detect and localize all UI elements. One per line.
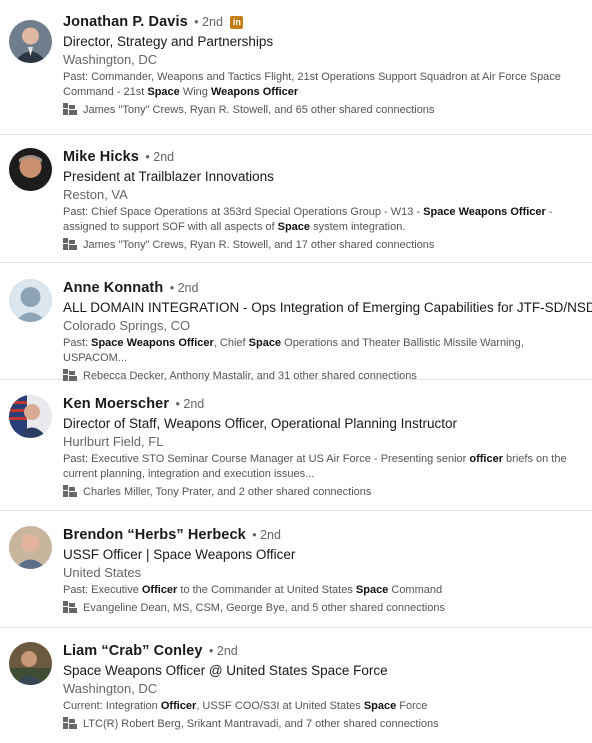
connection-degree: • 2nd [145, 150, 175, 164]
snippet-keyword: Officer [141, 584, 178, 596]
shared-connections[interactable]: James "Tony" Crews, Ryan R. Stowell, and… [63, 103, 584, 118]
snippet-text: , Chief [213, 337, 249, 349]
connection-degree: • 2nd [252, 528, 281, 542]
person-name[interactable]: Mike Hicks [63, 149, 139, 165]
connection-degree: • 2nd [209, 644, 238, 658]
snippet: Past: Space Weapons Officer, Chief Space… [63, 336, 584, 366]
avatar[interactable] [9, 526, 52, 569]
headline: President at Trailblazer Innovations [63, 169, 274, 184]
connection-degree: • 2nd [169, 281, 199, 295]
result-card[interactable]: Jonathan P. Davis • 2nd in Director, Str… [0, 13, 592, 135]
snippet-keyword: Space [248, 337, 282, 349]
headline: ALL DOMAIN INTEGRATION - Ops Integration… [63, 300, 592, 315]
snippet: Current: Integration Officer, USSF COO/S… [63, 699, 584, 714]
snippet-keyword: Officer [160, 700, 197, 712]
shared-connections-text[interactable]: James "Tony" Crews, Ryan R. Stowell, and… [83, 239, 434, 251]
people-icon [63, 238, 77, 250]
snippet-text: to the Commander at United States [177, 584, 356, 596]
location: Washington, DC [63, 681, 158, 696]
snippet-text: Past: Chief Space Operations at 353rd Sp… [63, 206, 424, 218]
shared-connections[interactable]: James "Tony" Crews, Ryan R. Stowell, and… [63, 238, 584, 253]
snippet-text: Command [388, 584, 443, 596]
snippet-text: Past: Executive STO Seminar Course Manag… [63, 453, 470, 465]
shared-connections[interactable]: Evangeline Dean, MS, CSM, George Bye, an… [63, 601, 584, 616]
avatar[interactable] [9, 395, 52, 438]
result-card[interactable]: Liam “Crab” Conley • 2nd Space Weapons O… [0, 628, 592, 743]
person-name[interactable]: Jonathan P. Davis [63, 14, 188, 30]
snippet-text: system integration. [310, 221, 406, 233]
shared-connections[interactable]: LTC(R) Robert Berg, Srikant Mantravadi, … [63, 717, 584, 732]
person-name[interactable]: Anne Konnath [63, 280, 163, 296]
location: Colorado Springs, CO [63, 318, 191, 333]
location: United States [63, 565, 142, 580]
snippet-keyword: officer [469, 453, 503, 465]
snippet-keyword: Weapons Officer [210, 86, 299, 98]
people-icon [63, 601, 77, 613]
snippet-text: , USSF COO/S3I at United States [196, 700, 364, 712]
shared-connections-text[interactable]: Charles Miller, Tony Prater, and 2 other… [83, 486, 371, 498]
snippet-keyword: Space [147, 86, 180, 98]
result-card[interactable]: Mike Hicks • 2nd President at Trailblaze… [0, 135, 592, 263]
snippet-keyword: Space [277, 221, 311, 233]
result-card[interactable]: Brendon “Herbs” Herbeck • 2nd USSF Offic… [0, 511, 592, 628]
avatar[interactable] [9, 20, 52, 63]
headline: Space Weapons Officer @ United States Sp… [63, 663, 388, 678]
location: Washington, DC [63, 52, 158, 67]
snippet-keyword: Space Weapons Officer [423, 206, 546, 218]
snippet: Past: Chief Space Operations at 353rd Sp… [63, 205, 584, 235]
connection-degree: • 2nd [175, 397, 205, 411]
snippet-keyword: Space [363, 700, 397, 712]
snippet: Past: Executive STO Seminar Course Manag… [63, 452, 584, 482]
person-name[interactable]: Brendon “Herbs” Herbeck [63, 527, 246, 543]
snippet-keyword: Space Weapons Officer [91, 337, 214, 349]
people-icon [63, 103, 77, 115]
people-icon [63, 717, 77, 729]
headline: Director, Strategy and Partnerships [63, 34, 274, 49]
avatar[interactable] [9, 642, 52, 685]
shared-connections[interactable]: Charles Miller, Tony Prater, and 2 other… [63, 485, 584, 500]
snippet-text: Force [396, 700, 428, 712]
person-name[interactable]: Ken Moerscher [63, 396, 169, 412]
snippet-text: Past: Commander, Weapons and Tactics Fli… [63, 71, 561, 98]
headline: Director of Staff, Weapons Officer, Oper… [63, 416, 457, 431]
headline: USSF Officer | Space Weapons Officer [63, 547, 296, 562]
snippet-text: Past: Executive [63, 584, 142, 596]
snippet-text: Wing [179, 86, 211, 98]
snippet-keyword: Space [355, 584, 389, 596]
linkedin-badge-icon: in [230, 16, 244, 29]
result-card[interactable]: Ken Moerscher • 2nd Director of Staff, W… [0, 380, 592, 511]
snippet-text: Past: [63, 337, 92, 349]
snippet: Past: Executive Officer to the Commander… [63, 583, 584, 598]
result-card[interactable]: Anne Konnath • 2nd ALL DOMAIN INTEGRATIO… [0, 263, 592, 382]
avatar[interactable] [9, 148, 52, 191]
people-icon [63, 485, 77, 497]
shared-connections-text[interactable]: Evangeline Dean, MS, CSM, George Bye, an… [83, 602, 445, 614]
location: Hurlburt Field, FL [63, 434, 164, 449]
snippet-text: Current: Integration [63, 700, 161, 712]
avatar[interactable] [9, 279, 52, 322]
location: Reston, VA [63, 187, 128, 202]
snippet: Past: Commander, Weapons and Tactics Fli… [63, 70, 584, 100]
connection-degree: • 2nd [194, 15, 223, 29]
shared-connections-text[interactable]: LTC(R) Robert Berg, Srikant Mantravadi, … [83, 718, 439, 730]
person-name[interactable]: Liam “Crab” Conley [63, 643, 203, 659]
shared-connections-text[interactable]: James "Tony" Crews, Ryan R. Stowell, and… [83, 104, 434, 116]
